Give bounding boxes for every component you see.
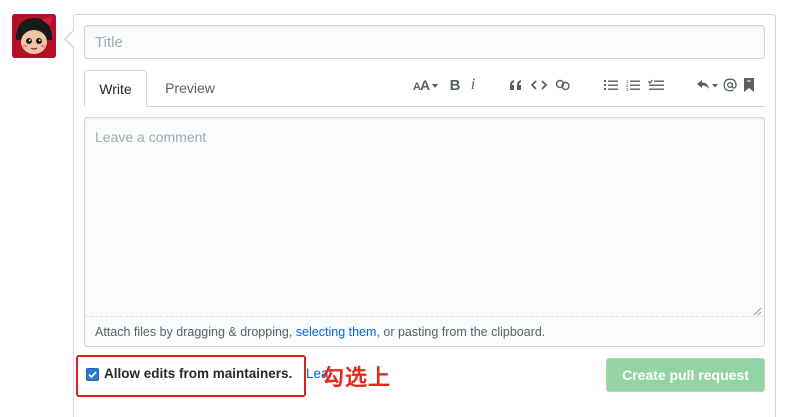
task-list-button[interactable] <box>647 74 665 96</box>
numbered-list-button[interactable]: 1 2 3 <box>625 74 641 96</box>
avatar[interactable] <box>12 14 56 58</box>
attach-prefix: Attach files by dragging & dropping, <box>95 325 296 339</box>
header-text-button[interactable]: A A <box>413 74 439 96</box>
code-icon <box>531 80 547 90</box>
list-toolbar: 1 2 3 <box>603 74 665 96</box>
code-button[interactable] <box>530 74 548 96</box>
extra-toolbar <box>696 74 756 96</box>
task-list-icon <box>648 79 664 90</box>
create-pull-request-button[interactable]: Create pull request <box>606 358 765 392</box>
link-icon <box>555 79 570 91</box>
italic-button[interactable]: i <box>467 74 479 96</box>
mention-button[interactable] <box>722 74 738 96</box>
attach-suffix: , or pasting from the clipboard. <box>376 325 546 339</box>
text-format-toolbar: A A B i <box>413 74 479 96</box>
mention-icon <box>723 78 737 92</box>
text-size-icon: A A <box>413 78 438 92</box>
saved-replies-button[interactable] <box>696 74 720 96</box>
allow-edits-checkbox[interactable] <box>86 368 99 381</box>
reference-button[interactable] <box>742 74 756 96</box>
checkmark-icon <box>88 371 97 379</box>
title-input[interactable] <box>84 25 765 59</box>
ordered-list-icon: 1 2 3 <box>626 79 640 91</box>
bulleted-list-button[interactable] <box>603 74 619 96</box>
panel-caret-fill <box>66 31 74 47</box>
svg-text:3: 3 <box>626 87 629 91</box>
comment-textarea[interactable] <box>85 118 764 316</box>
drop-zone-divider <box>85 316 764 317</box>
quote-icon <box>510 80 521 90</box>
unordered-list-icon <box>604 80 618 90</box>
insert-toolbar <box>508 74 572 96</box>
bookmark-icon <box>744 78 754 92</box>
bold-button[interactable]: B <box>447 74 463 96</box>
comment-box: Attach files by dragging & dropping, sel… <box>84 117 765 347</box>
select-files-link[interactable]: selecting them <box>296 325 377 339</box>
annotation-text: 勾选上 <box>322 366 392 391</box>
tab-preview[interactable]: Preview <box>150 70 230 107</box>
allow-edits-label[interactable]: Allow edits from maintainers. <box>104 366 292 381</box>
link-button[interactable] <box>554 74 572 96</box>
attach-files-hint: Attach files by dragging & dropping, sel… <box>95 325 545 339</box>
svg-text:A: A <box>420 78 430 92</box>
resize-grip-icon[interactable] <box>752 306 762 316</box>
reply-icon <box>697 80 718 89</box>
tab-write[interactable]: Write <box>84 70 147 107</box>
quote-button[interactable] <box>508 74 524 96</box>
